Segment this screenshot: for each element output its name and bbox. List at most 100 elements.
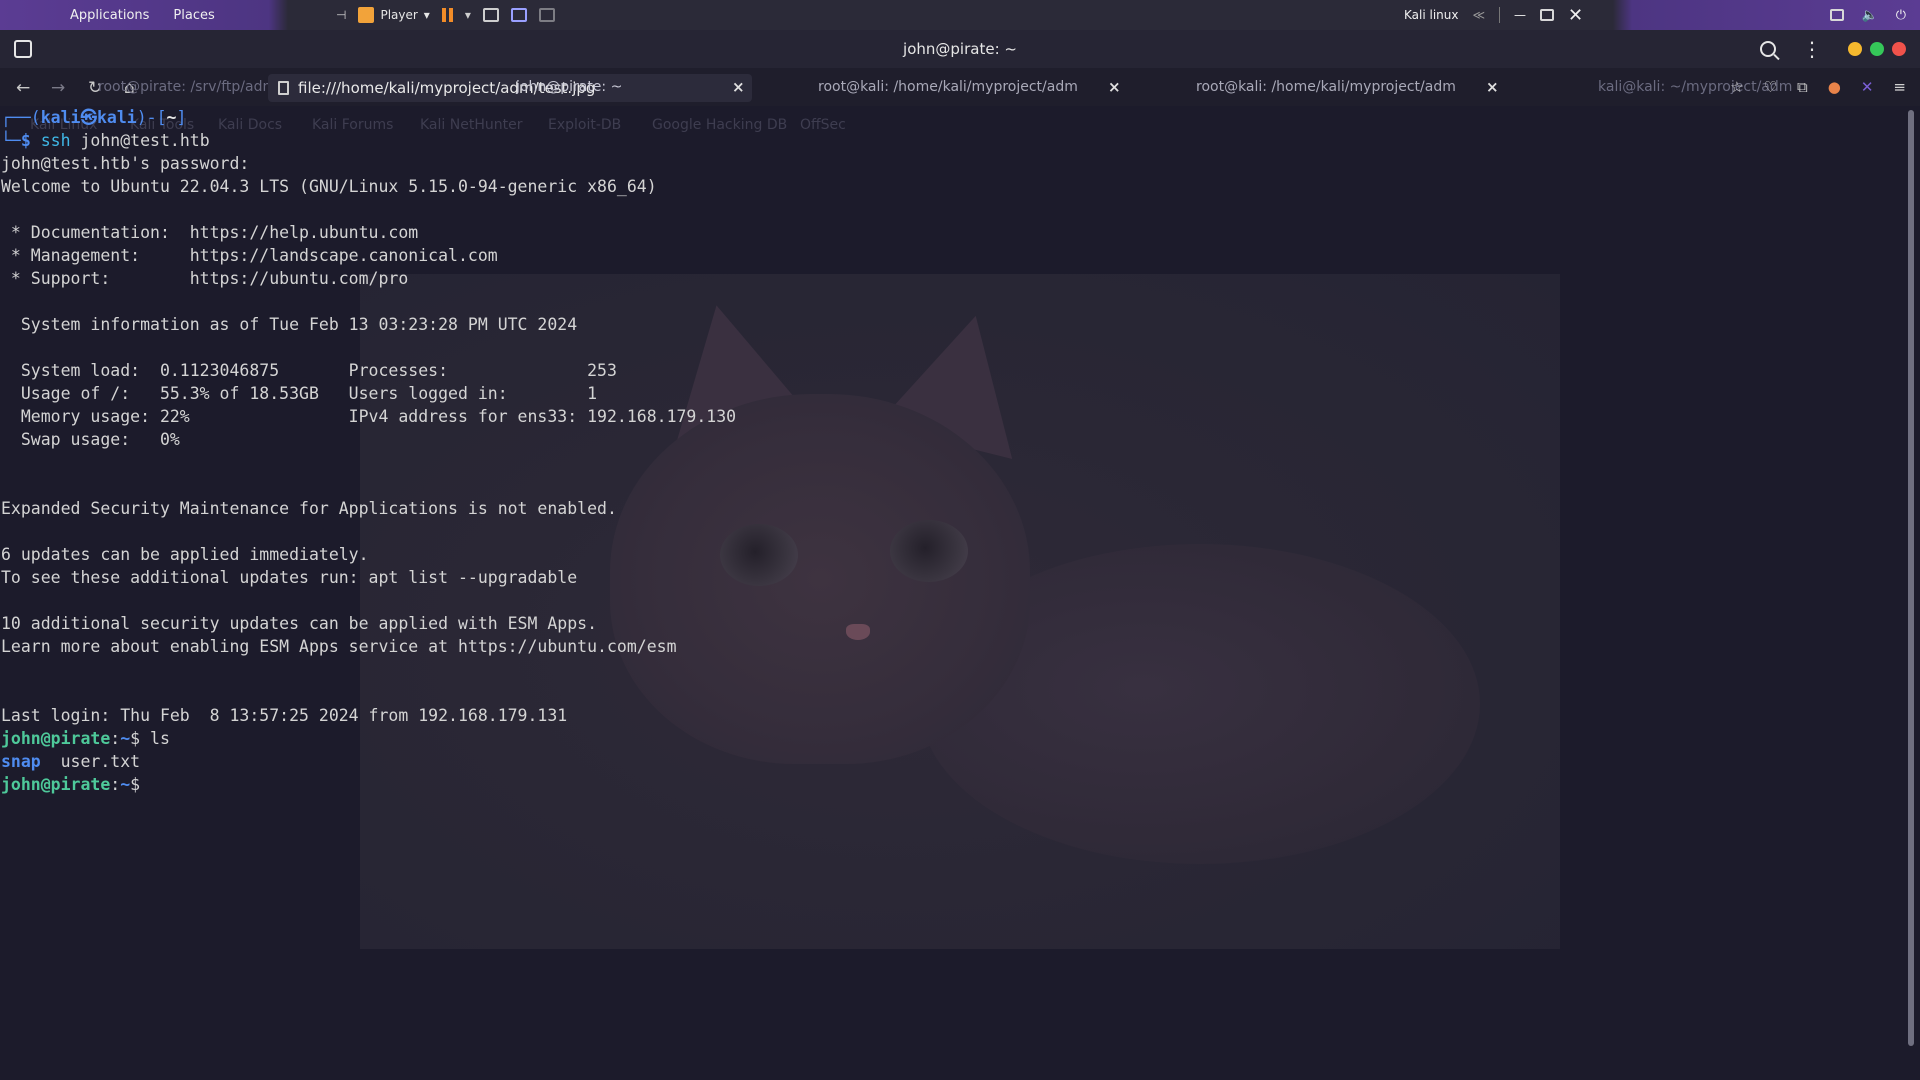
- kebab-menu-icon[interactable]: ⋮: [1802, 39, 1822, 59]
- output-line: Expanded Security Maintenance for Applic…: [1, 499, 617, 518]
- applications-menu[interactable]: Applications: [70, 8, 149, 23]
- back-icon[interactable]: ←: [16, 78, 30, 98]
- minimize-button[interactable]: [1848, 42, 1862, 56]
- output-line: Welcome to Ubuntu 22.04.3 LTS (GNU/Linux…: [1, 177, 657, 196]
- tab-close-x-icon[interactable]: ✕: [1861, 78, 1874, 96]
- divider: [1499, 7, 1501, 23]
- tab-root-kali-2[interactable]: root@kali: /home/kali/myproject/adm ×: [1196, 68, 1499, 106]
- tab-label: root@kali: /home/kali/myproject/adm: [1196, 79, 1456, 95]
- collapse-icon[interactable]: ≪: [1472, 8, 1485, 22]
- cat-eye-right: [890, 520, 968, 582]
- remote-prompt-ls: john@pirate:~$ ls: [1, 727, 170, 750]
- vm-toolbar: ⊣ Player ▾ ▾: [336, 0, 555, 30]
- output-line: * Support: https://ubuntu.com/pro: [1, 269, 409, 288]
- prompt-frame: └─: [1, 131, 21, 150]
- command-ssh: ssh: [40, 131, 71, 150]
- chevron-down-icon[interactable]: ▾: [465, 8, 471, 22]
- terminal-body[interactable]: Kali Linux Kali Tools Kali Docs Kali Forums…: [0, 106, 1904, 1080]
- tab-john-pirate[interactable]: john@pirate: ~ ×: [516, 68, 752, 106]
- system-top-bar: Applications Places ⊣ Player ▾ ▾ Kali li…: [0, 0, 1920, 30]
- remote-user: john@pirate: [1, 729, 111, 748]
- send-keys-icon[interactable]: [482, 8, 499, 22]
- bookmark-item[interactable]: Exploit-DB: [548, 117, 621, 133]
- restore-icon[interactable]: [1540, 9, 1555, 21]
- system-tray: 🔈 ⏻: [1829, 0, 1906, 30]
- tab-close-icon[interactable]: ×: [1486, 78, 1499, 96]
- pocket-icon[interactable]: ♡: [1764, 78, 1777, 96]
- prompt-dollar: $: [20, 131, 41, 150]
- player-menu[interactable]: Player ▾: [358, 7, 430, 23]
- scrollbar-thumb[interactable]: [1908, 110, 1914, 1046]
- output-line: System information as of Tue Feb 13 03:2…: [1, 315, 578, 334]
- bookmark-star-icon[interactable]: ☆: [1730, 78, 1743, 96]
- cat-head: [610, 394, 1030, 764]
- tab-close-icon[interactable]: ×: [1108, 78, 1121, 96]
- volume-icon[interactable]: 🔈: [1862, 8, 1878, 23]
- vm-name: Kali linux: [1404, 8, 1459, 22]
- apple-menu-icon[interactable]: [14, 1, 42, 29]
- terminal-title-bar: john@pirate: ~ ⋮: [0, 30, 1920, 68]
- prompt-sep: :: [110, 729, 121, 748]
- prompt-dir: ~: [166, 108, 177, 127]
- prompt-frame: ┌──(: [1, 108, 41, 127]
- places-menu[interactable]: Places: [173, 8, 214, 23]
- prompt-frame: )-[: [136, 108, 167, 127]
- maximize-button[interactable]: [1870, 42, 1884, 56]
- close-icon[interactable]: ✕: [1568, 5, 1583, 26]
- bookmark-item[interactable]: Kali Forums: [312, 117, 393, 133]
- new-tab-icon[interactable]: [14, 40, 32, 58]
- fullscreen-icon[interactable]: [510, 8, 527, 22]
- remote-prompt-current[interactable]: john@pirate:~$: [1, 773, 150, 796]
- cat-nose: [846, 624, 870, 640]
- vm-name-area: Kali linux ≪ — ✕: [1404, 0, 1583, 30]
- pause-icon[interactable]: [441, 8, 453, 22]
- window-title: john@pirate: ~: [903, 40, 1017, 58]
- tab-label: root@kali: /home/kali/myproject/adm: [818, 79, 1078, 95]
- output-line: 6 updates can be applied immediately.: [1, 545, 369, 564]
- prompt-dollar: $: [130, 775, 151, 794]
- ls-output: snap user.txt: [1, 750, 140, 773]
- close-button[interactable]: [1892, 42, 1906, 56]
- pin-icon[interactable]: ⊣: [336, 8, 346, 22]
- bookmark-item[interactable]: Kali Docs: [218, 117, 282, 133]
- bookmark-item[interactable]: Google Hacking DB: [652, 117, 787, 133]
- forward-icon[interactable]: →: [51, 78, 65, 98]
- search-icon[interactable]: [1760, 41, 1776, 57]
- firefox-account-icon[interactable]: ●: [1828, 78, 1841, 96]
- output-line: 10 additional security updates can be ap…: [1, 614, 598, 633]
- tab-close-icon[interactable]: ×: [732, 78, 745, 96]
- terminal-scrollbar[interactable]: [1904, 106, 1920, 1080]
- prompt-dollar: $: [130, 729, 151, 748]
- kali-prompt-line-1: ┌──(kali㉿kali)-[~]: [1, 106, 186, 129]
- ghost-tab[interactable]: root@pirate: /srv/ftp/admin: [98, 79, 289, 95]
- tab-root-kali-1[interactable]: root@kali: /home/kali/myproject/adm ×: [818, 68, 1121, 106]
- unity-icon[interactable]: [538, 8, 555, 22]
- minimize-icon[interactable]: —: [1514, 8, 1526, 22]
- command-ssh-arg: john@test.htb: [70, 131, 210, 150]
- prompt-sep: :: [110, 775, 121, 794]
- ls-dir-snap: snap: [1, 752, 41, 771]
- app-menu-icon[interactable]: ≡: [1893, 78, 1906, 96]
- display-icon[interactable]: [1829, 9, 1844, 21]
- tab-strip: ← → ↻ ⌂ root@pirate: /srv/ftp/admin file…: [0, 68, 1920, 106]
- browser-actions: ☆ ♡ ⧉ ● ✕ ≡: [1730, 68, 1906, 106]
- bookmark-item[interactable]: OffSec: [800, 117, 846, 133]
- bookmark-item[interactable]: Kali NetHunter: [420, 117, 522, 133]
- ls-file-user-txt: user.txt: [40, 752, 141, 771]
- output-line: Swap usage: 0%: [1, 430, 180, 449]
- output-line: Last login: Thu Feb 8 13:57:25 2024 from…: [1, 706, 568, 725]
- remote-user: john@pirate: [1, 775, 111, 794]
- extensions-icon[interactable]: ⧉: [1797, 78, 1808, 96]
- remote-dir: ~: [120, 729, 131, 748]
- power-icon[interactable]: ⏻: [1896, 8, 1906, 23]
- player-label: Player: [380, 8, 418, 22]
- chevron-down-icon: ▾: [423, 8, 430, 22]
- cat-eye-left: [720, 524, 798, 586]
- command-ls: ls: [150, 729, 170, 748]
- window-controls: [1848, 42, 1906, 56]
- output-line: Usage of /: 55.3% of 18.53GB Users logge…: [1, 384, 598, 403]
- tab-label: john@pirate: ~: [516, 79, 623, 95]
- output-line: System load: 0.1123046875 Processes: 253: [1, 361, 617, 380]
- page-icon: [278, 81, 289, 95]
- prompt-user: kali㉿kali: [40, 108, 137, 127]
